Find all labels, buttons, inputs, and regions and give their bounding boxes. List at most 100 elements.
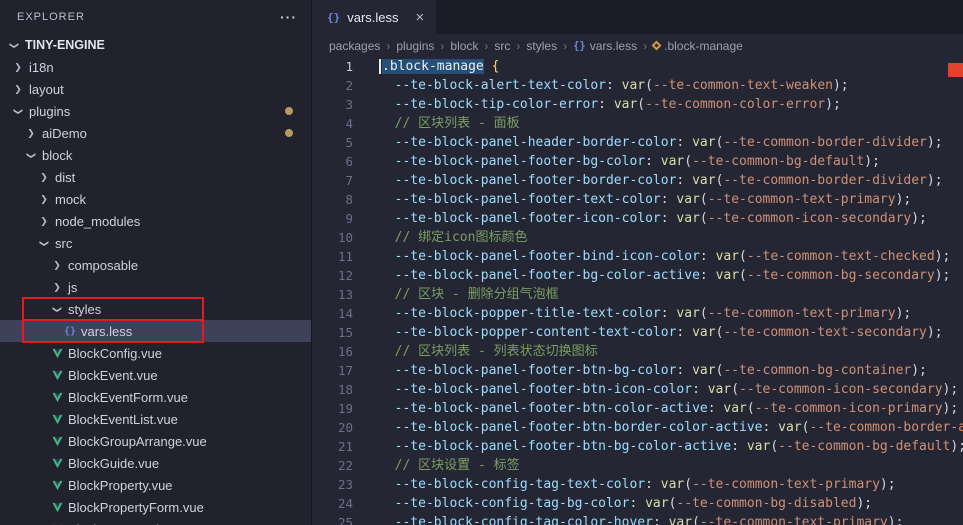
code-line[interactable]: 2 --te-block-alert-text-color: var(--te-… bbox=[312, 76, 963, 95]
property-token: --te-block-panel-footer-border-color bbox=[379, 173, 677, 188]
breadcrumb-item-styles[interactable]: styles bbox=[526, 39, 557, 53]
var-function-token: var bbox=[613, 97, 638, 112]
explorer-sidebar: EXPLORER ··· ❯ TINY-ENGINE ❯ i18n ❯ layout ❯… bbox=[0, 0, 311, 525]
line-number: 19 bbox=[337, 401, 353, 416]
code-line[interactable]: 1 .block-manage { bbox=[312, 57, 963, 76]
property-token: --te-block-panel-footer-text-color bbox=[379, 192, 661, 207]
var-argument-token: --te-common-text-primary bbox=[707, 192, 896, 207]
overview-ruler-marker bbox=[948, 63, 963, 77]
code-line-text: --te-block-popper-content-text-color: va… bbox=[379, 325, 943, 340]
property-token: --te-block-panel-header-border-color bbox=[379, 135, 677, 150]
chevron-right-icon: ❯ bbox=[40, 193, 48, 204]
chevron-down-icon: ❯ bbox=[52, 305, 63, 313]
code-line[interactable]: 6 --te-block-panel-footer-bg-color: var(… bbox=[312, 152, 963, 171]
property-token: --te-block-popper-content-text-color bbox=[379, 325, 677, 340]
property-token: --te-block-config-tag-bg-color bbox=[379, 496, 630, 511]
explorer-item-blockeventlist-vue[interactable]: BlockEventList.vue bbox=[0, 408, 311, 430]
code-line[interactable]: 16 // 区块列表 - 列表状态切换图标 bbox=[312, 342, 963, 361]
var-argument-token: --te-common-text-primary bbox=[692, 477, 880, 492]
breadcrumb-item-plugins[interactable]: plugins bbox=[396, 39, 434, 53]
code-line[interactable]: 20 --te-block-panel-footer-btn-border-co… bbox=[312, 418, 963, 437]
code-line[interactable]: 3 --te-block-tip-color-error: var(--te-c… bbox=[312, 95, 963, 114]
code-line[interactable]: 8 --te-block-panel-footer-text-color: va… bbox=[312, 190, 963, 209]
vue-icon bbox=[49, 414, 65, 425]
explorer-item-layout[interactable]: ❯ layout bbox=[0, 78, 311, 100]
explorer-item-blockconfig-vue[interactable]: BlockConfig.vue bbox=[0, 342, 311, 364]
code-line[interactable]: 17 --te-block-panel-footer-btn-bg-color:… bbox=[312, 361, 963, 380]
close-icon[interactable]: × bbox=[416, 10, 425, 25]
breadcrumb-label: src bbox=[494, 38, 511, 53]
code-line[interactable]: 22 // 区块设置 - 标签 bbox=[312, 456, 963, 475]
breadcrumb-item-src[interactable]: src bbox=[494, 39, 510, 53]
more-actions-icon[interactable]: ··· bbox=[280, 9, 297, 25]
code-line[interactable]: 7 --te-block-panel-footer-border-color: … bbox=[312, 171, 963, 190]
var-function-token: var bbox=[621, 78, 646, 93]
code-line[interactable]: 25 --te-block-config-tag-color-hover: va… bbox=[312, 513, 963, 525]
explorer-item-label: plugins bbox=[29, 103, 71, 119]
line-number: 15 bbox=[337, 325, 353, 340]
var-function-token: var bbox=[707, 382, 732, 397]
breadcrumb-label: plugins bbox=[396, 38, 435, 53]
line-number: 3 bbox=[345, 97, 353, 112]
code-line[interactable]: 18 --te-block-panel-footer-btn-icon-colo… bbox=[312, 380, 963, 399]
code-line[interactable]: 11 --te-block-panel-footer-bind-icon-col… bbox=[312, 247, 963, 266]
explorer-item-blockproperty-vue[interactable]: BlockProperty.vue bbox=[0, 474, 311, 496]
chevron-right-icon: ❯ bbox=[14, 83, 22, 94]
code-line[interactable]: 9 --te-block-panel-footer-icon-color: va… bbox=[312, 209, 963, 228]
chevron-down-icon: ❯ bbox=[13, 107, 24, 115]
breadcrumb-item-block[interactable]: block bbox=[450, 39, 478, 53]
breadcrumb-item-vars-less[interactable]: {} vars.less bbox=[573, 39, 637, 53]
tab-bar: {} vars.less × bbox=[312, 0, 963, 34]
property-token: --te-block-panel-footer-btn-color-active bbox=[379, 401, 708, 416]
code-line-text: --te-block-panel-footer-text-color: var(… bbox=[379, 192, 912, 207]
explorer-item-blockguide-vue[interactable]: BlockGuide.vue bbox=[0, 452, 311, 474]
var-argument-token: --te-common-text-secondary bbox=[723, 325, 927, 340]
code-line[interactable]: 23 --te-block-config-tag-text-color: var… bbox=[312, 475, 963, 494]
var-function-token: var bbox=[692, 135, 716, 150]
explorer-item-blockgrouparrange-vue[interactable]: BlockGroupArrange.vue bbox=[0, 430, 311, 452]
explorer-item-i18n[interactable]: ❯ i18n bbox=[0, 56, 311, 78]
explorer-item-node-modules[interactable]: ❯ node_modules bbox=[0, 210, 311, 232]
code-line[interactable]: 24 --te-block-config-tag-bg-color: var(-… bbox=[312, 494, 963, 513]
explorer-item-blockevent-vue[interactable]: BlockEvent.vue bbox=[0, 364, 311, 386]
var-argument-token: --te-common-bg-default bbox=[692, 154, 865, 169]
code-editor[interactable]: 1 .block-manage {2 --te-block-alert-text-… bbox=[312, 57, 963, 525]
var-function-token: var bbox=[723, 401, 747, 416]
code-line[interactable]: 21 --te-block-panel-footer-btn-bg-color-… bbox=[312, 437, 963, 456]
explorer-item-blockpropertyform-vue[interactable]: BlockPropertyForm.vue bbox=[0, 496, 311, 518]
breadcrumb-item-block-manage[interactable]: .block-manage bbox=[651, 39, 743, 53]
explorer-item-aidemo[interactable]: ❯ aiDemo bbox=[0, 122, 311, 144]
code-line[interactable]: 19 --te-block-panel-footer-btn-color-act… bbox=[312, 399, 963, 418]
explorer-item-blockpropertylist-vue[interactable]: BlockPropertyList.vue bbox=[0, 518, 311, 525]
tab-vars-less[interactable]: {} vars.less × bbox=[312, 0, 437, 34]
chevron-right-icon: ❯ bbox=[14, 61, 22, 72]
editor-area: {} vars.less × packages › plugins › block › sr… bbox=[311, 0, 963, 525]
property-token: --te-block-panel-footer-btn-bg-color-act… bbox=[379, 439, 732, 454]
explorer-item-vars-less[interactable]: {} vars.less bbox=[0, 320, 311, 342]
code-line[interactable]: 14 --te-block-popper-title-text-color: v… bbox=[312, 304, 963, 323]
code-line[interactable]: 12 --te-block-panel-footer-bg-color-acti… bbox=[312, 266, 963, 285]
explorer-item-dist[interactable]: ❯ dist bbox=[0, 166, 311, 188]
explorer-root-folder[interactable]: ❯ TINY-ENGINE bbox=[0, 34, 311, 56]
explorer-item-composable[interactable]: ❯ composable bbox=[0, 254, 311, 276]
explorer-item-blockeventform-vue[interactable]: BlockEventForm.vue bbox=[0, 386, 311, 408]
line-number: 21 bbox=[337, 439, 353, 454]
explorer-item-mock[interactable]: ❯ mock bbox=[0, 188, 311, 210]
explorer-item-src[interactable]: ❯ src bbox=[0, 232, 311, 254]
breadcrumb-item-packages[interactable]: packages bbox=[329, 39, 380, 53]
code-line[interactable]: 5 --te-block-panel-header-border-color: … bbox=[312, 133, 963, 152]
explorer-item-styles[interactable]: ❯ styles bbox=[0, 298, 311, 320]
explorer-item-block[interactable]: ❯ block bbox=[0, 144, 311, 166]
vue-icon bbox=[49, 436, 65, 447]
explorer-item-label: vars.less bbox=[81, 323, 133, 339]
code-line[interactable]: 10 // 绑定icon图标颜色 bbox=[312, 228, 963, 247]
explorer-item-plugins[interactable]: ❯ plugins bbox=[0, 100, 311, 122]
explorer-item-js[interactable]: ❯ js bbox=[0, 276, 311, 298]
code-line[interactable]: 4 // 区块列表 - 面板 bbox=[312, 114, 963, 133]
tab-label: vars.less bbox=[347, 9, 399, 25]
code-line[interactable]: 15 --te-block-popper-content-text-color:… bbox=[312, 323, 963, 342]
breadcrumb-label: vars.less bbox=[589, 38, 638, 53]
code-line[interactable]: 13 // 区块 - 删除分组气泡框 bbox=[312, 285, 963, 304]
line-number: 24 bbox=[337, 496, 353, 511]
var-argument-token: --te-common-border-divider bbox=[723, 173, 927, 188]
